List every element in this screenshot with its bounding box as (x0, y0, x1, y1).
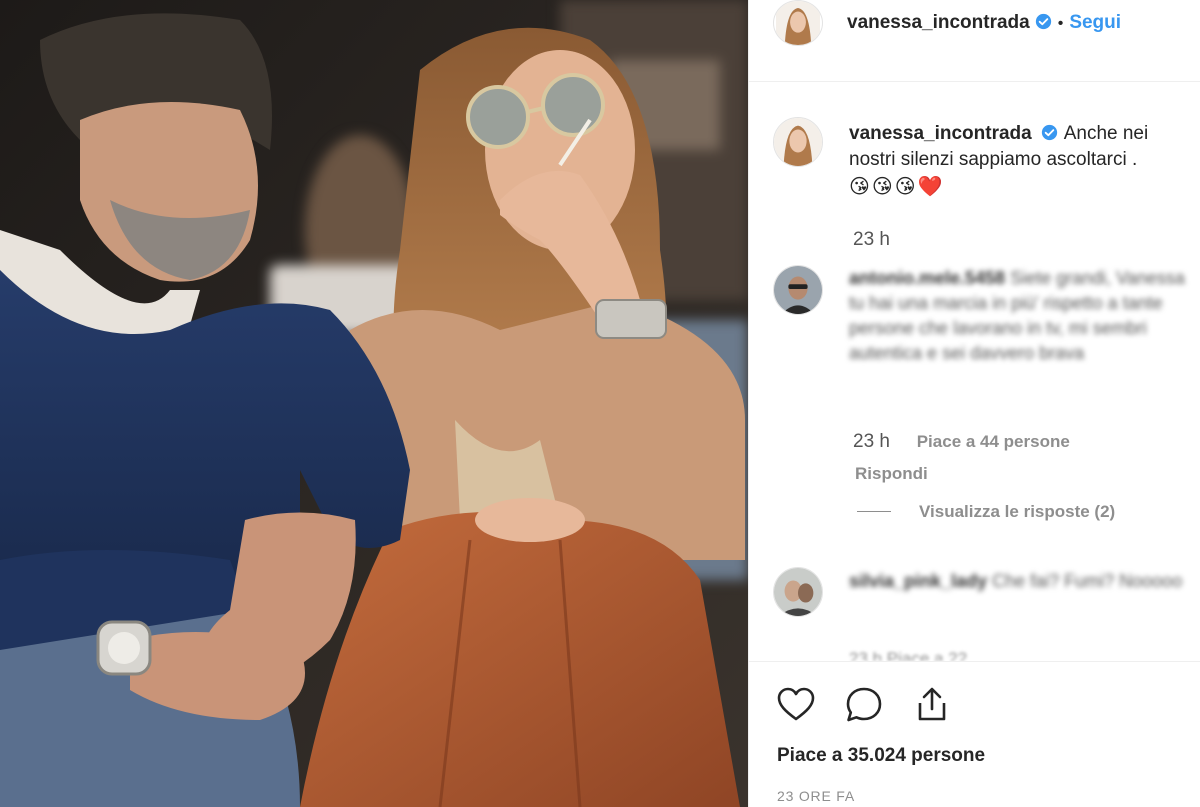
post-photo[interactable] (0, 0, 748, 807)
comment-likes[interactable]: Piace a 44 persone (917, 432, 1070, 451)
caption-text: vanessa_incontrada Anche nei nostri silen… (849, 121, 1194, 201)
view-replies-button[interactable]: Visualizza le risposte (2) (857, 502, 1115, 522)
avatar-image (774, 266, 822, 314)
comment-avatar[interactable] (773, 567, 823, 617)
verified-badge-icon (1041, 124, 1057, 141)
caption-username[interactable]: vanessa_incontrada (849, 123, 1032, 144)
comments-list[interactable]: vanessa_incontrada Anche nei nostri silen… (749, 83, 1200, 661)
likes-count[interactable]: Piace a 35.024 persone (777, 745, 985, 767)
comment-username[interactable]: antonio.mele.5458 (849, 268, 1005, 288)
share-icon (918, 687, 946, 721)
replies-line (857, 511, 891, 512)
caption-avatar[interactable] (773, 117, 823, 167)
comment-text: Che fai? Fumi? Nooooo (992, 571, 1183, 591)
comment-body: antonio.mele.5458 Siete grandi, Vanessa … (849, 266, 1189, 366)
comment-avatar[interactable] (773, 265, 823, 315)
comment-meta-partial: 23 h Piace a 22 (849, 649, 968, 661)
like-button[interactable] (775, 684, 817, 726)
header-avatar[interactable] (773, 0, 823, 46)
comment-body: silvia_pink_lady Che fai? Fumi? Nooooo (849, 569, 1189, 594)
comment-icon (846, 687, 882, 722)
header-row: vanessa_incontrada • Segui (847, 12, 1121, 34)
comment-meta: 23 h Piace a 44 persone (853, 431, 1070, 453)
caption-time[interactable]: 23 h (853, 229, 890, 251)
caption-emojis: 😘😘😘❤️ (849, 174, 945, 198)
heart-icon (777, 687, 815, 721)
comment-username[interactable]: silvia_pink_lady (849, 571, 987, 591)
avatar-image (776, 1, 820, 45)
post-header: vanessa_incontrada • Segui (749, 0, 1200, 82)
comment-button[interactable] (843, 684, 885, 726)
header-username[interactable]: vanessa_incontrada (847, 12, 1030, 33)
share-button[interactable] (911, 684, 953, 726)
post-photo-image (0, 0, 748, 807)
post-side-panel: vanessa_incontrada • Segui vanessa_incontr… (748, 0, 1200, 807)
avatar-image (774, 568, 822, 616)
avatar-image (774, 118, 822, 166)
header-separator: • (1057, 15, 1064, 32)
follow-button[interactable]: Segui (1069, 12, 1121, 33)
comment-time[interactable]: 23 h (853, 431, 890, 452)
post-date[interactable]: 23 ORE FA (777, 788, 855, 804)
verified-badge-icon (1035, 13, 1051, 30)
reply-button[interactable]: Rispondi (855, 464, 928, 484)
post-actions: Piace a 35.024 persone 23 ORE FA (749, 661, 1200, 807)
view-replies-label: Visualizza le risposte (2) (919, 502, 1116, 521)
